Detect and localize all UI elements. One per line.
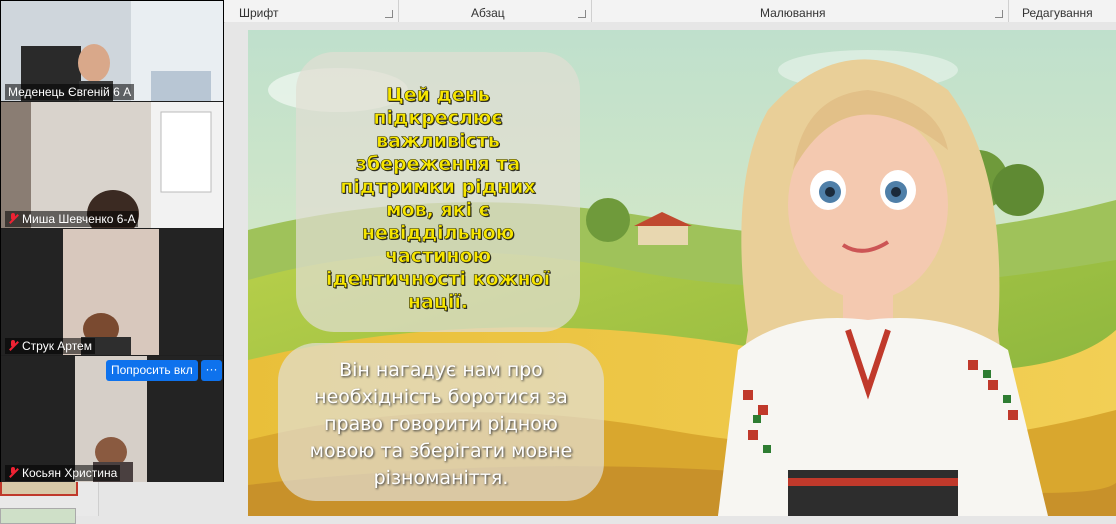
ask-to-unmute-button[interactable]: Попросить вкл bbox=[106, 360, 198, 381]
dialog-launcher-icon[interactable] bbox=[578, 10, 586, 18]
bubble-line: Він нагадує нам про bbox=[339, 359, 543, 381]
bubble-line: право говорити рідною bbox=[324, 413, 558, 435]
ribbon-group-font: Шрифт bbox=[225, 0, 399, 22]
participant-name: Струк Артем bbox=[5, 338, 95, 354]
bubble-line: підкреслює bbox=[373, 107, 503, 130]
bubble-line: ідентичності кожної bbox=[325, 268, 551, 291]
bubble-line: різноманіття. bbox=[373, 467, 509, 489]
text-bubble-top[interactable]: Цей день підкреслює важливість збереженн… bbox=[296, 52, 580, 332]
participant-tile[interactable]: Струк Артем bbox=[1, 229, 223, 355]
bubble-line: мовою та зберігати мовне bbox=[309, 440, 573, 462]
participant-video bbox=[1, 229, 223, 355]
bubble-line: підтримки рідних bbox=[340, 176, 536, 199]
ribbon-group-editing: Редагування bbox=[1009, 0, 1116, 22]
slide-thumbnail[interactable] bbox=[0, 508, 76, 524]
bubble-line: важливість bbox=[376, 130, 500, 153]
participant-name: Миша Шевченко 6-А bbox=[5, 211, 139, 227]
ribbon-group-drawing: Малювання bbox=[592, 0, 1009, 22]
more-options-button[interactable]: ··· bbox=[201, 360, 222, 381]
muted-mic-icon bbox=[8, 340, 18, 351]
participant-tile[interactable]: Меденець Євгеній 6 А bbox=[1, 1, 223, 101]
participant-video bbox=[1, 102, 223, 228]
participant-tile[interactable]: Миша Шевченко 6-А bbox=[1, 102, 223, 228]
text-bubble-bottom[interactable]: Він нагадує нам про необхідність боротис… bbox=[278, 343, 604, 501]
bubble-line: необхідність боротися за bbox=[314, 386, 568, 408]
dialog-launcher-icon[interactable] bbox=[385, 10, 393, 18]
muted-mic-icon bbox=[8, 213, 18, 224]
participant-name: Меденець Євгеній 6 А bbox=[5, 84, 135, 100]
ribbon-group-paragraph: Абзац bbox=[399, 0, 592, 22]
bubble-line: нації. bbox=[407, 291, 469, 314]
bubble-line: частиною bbox=[384, 245, 492, 268]
bubble-line: невіддільною bbox=[361, 222, 515, 245]
dialog-launcher-icon[interactable] bbox=[995, 10, 1003, 18]
participant-name: Косьян Христина bbox=[5, 465, 121, 481]
video-gallery-panel: Меденець Євгеній 6 А Миша Шевченко 6-А С… bbox=[0, 0, 224, 482]
slide-canvas[interactable]: Цей день підкреслює важливість збереженн… bbox=[248, 30, 1116, 516]
bubble-line: Цей день bbox=[386, 84, 490, 107]
muted-mic-icon bbox=[8, 467, 18, 478]
bubble-line: збереження та bbox=[355, 153, 521, 176]
bubble-line: мов, які є bbox=[386, 199, 491, 222]
